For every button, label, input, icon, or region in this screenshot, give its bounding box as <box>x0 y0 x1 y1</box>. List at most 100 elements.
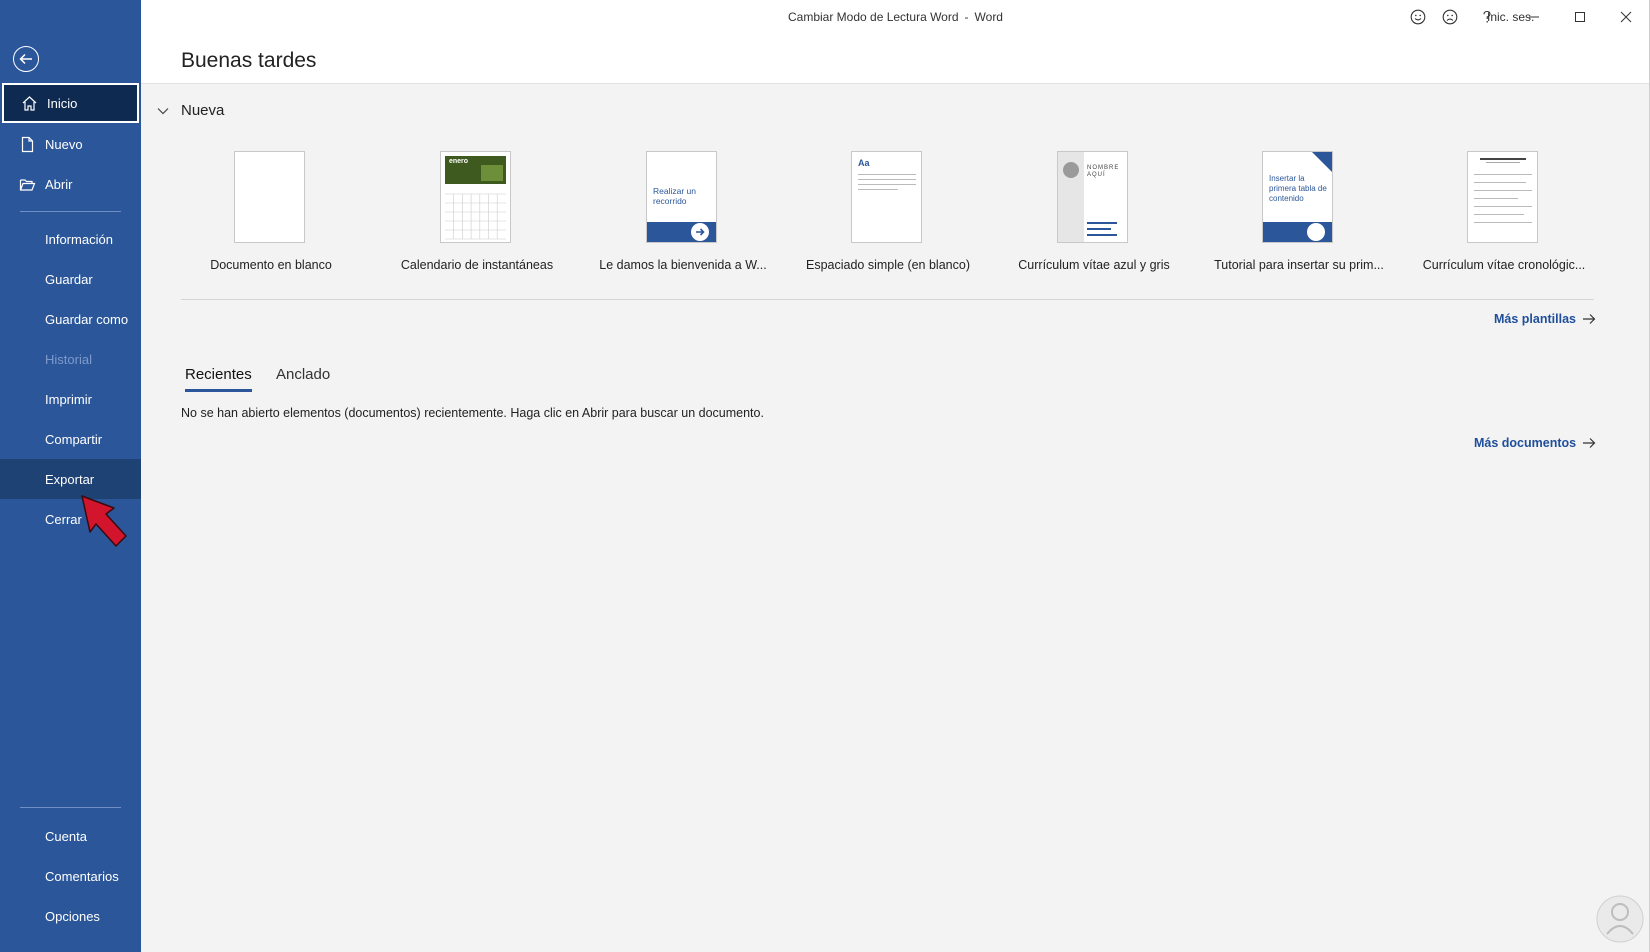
template-label: Documento en blanco <box>210 258 332 272</box>
template-label: Currículum vítae cronológic... <box>1422 258 1586 272</box>
sidebar-item-comentarios[interactable]: Comentarios <box>0 856 141 896</box>
open-folder-icon <box>19 179 36 191</box>
template-blank-document[interactable]: Documento en blanco <box>181 151 361 281</box>
tour-arrow-button <box>691 223 709 241</box>
tab-recientes[interactable]: Recientes <box>185 366 252 392</box>
calendar-grid <box>445 193 506 240</box>
sidebar-item-inicio[interactable]: Inicio <box>2 83 139 123</box>
template-thumbnail: NOMBRE AQUÍ <box>1057 151 1128 243</box>
sidebar-item-abrir[interactable]: Abrir <box>0 164 141 204</box>
template-snapshot-calendar[interactable]: enero Calendario de instantáneas <box>387 151 567 281</box>
new-section-toggle[interactable]: Nueva <box>157 102 224 119</box>
greeting-title: Buenas tardes <box>181 49 317 72</box>
sidebar-item-label: Compartir <box>45 431 103 447</box>
corner-ribbon <box>1312 152 1332 172</box>
close-window-button[interactable] <box>1615 6 1637 28</box>
back-arrow-icon <box>19 53 32 65</box>
sidebar-item-label: Información <box>45 231 113 247</box>
red-pointer-arrow-icon <box>81 495 127 547</box>
sidebar-item-nuevo[interactable]: Nuevo <box>0 124 141 164</box>
more-documents-link[interactable]: Más documentos <box>1474 436 1596 450</box>
sidebar-item-imprimir[interactable]: Imprimir <box>0 379 141 419</box>
template-label: Le damos la bienvenida a W... <box>599 258 767 272</box>
cv-line <box>1087 228 1111 230</box>
section-divider <box>181 299 1594 300</box>
sidebar-item-label: Cerrar <box>45 511 82 527</box>
question-mark-icon <box>1483 10 1491 23</box>
more-documents-label: Más documentos <box>1474 436 1577 450</box>
cv-name-text: NOMBRE AQUÍ <box>1087 165 1120 178</box>
text-line <box>858 184 916 185</box>
sidebar-item-label: Inicio <box>47 95 78 111</box>
sidebar-item-label: Exportar <box>45 471 95 487</box>
template-label: Tutorial para insertar su prim... <box>1214 258 1384 272</box>
smile-feedback-button[interactable] <box>1407 6 1429 28</box>
sidebar-item-label: Comentarios <box>45 868 119 884</box>
maximize-icon <box>1575 12 1585 22</box>
cv-photo <box>1063 162 1079 178</box>
more-templates-link[interactable]: Más plantillas <box>1494 312 1596 326</box>
sidebar-divider <box>20 211 121 212</box>
frown-icon <box>1442 9 1458 25</box>
text-line <box>1474 190 1532 191</box>
calendar-month-text: enero <box>449 158 469 165</box>
text-line <box>1474 214 1524 215</box>
tab-anclado[interactable]: Anclado <box>276 366 330 389</box>
calendar-photo <box>481 165 503 181</box>
template-cv-chronological[interactable]: Currículum vítae cronológic... <box>1414 151 1594 281</box>
sidebar-item-label: Guardar como <box>45 311 129 327</box>
text-line <box>1474 182 1526 183</box>
sidebar-item-label: Abrir <box>45 176 73 192</box>
close-icon <box>1620 11 1632 23</box>
template-toc-tutorial[interactable]: Insertar la primera tabla de contenido T… <box>1209 151 1389 281</box>
cv-line <box>1087 222 1117 224</box>
more-templates-label: Más plantillas <box>1494 312 1576 326</box>
chevron-down-icon <box>157 107 169 114</box>
frown-feedback-button[interactable] <box>1439 6 1461 28</box>
title-separator: - <box>964 10 969 24</box>
text-line <box>1474 222 1532 223</box>
back-button[interactable] <box>13 46 39 72</box>
template-cv-blue-gray[interactable]: NOMBRE AQUÍ Currículum vítae azul y gris <box>1004 151 1184 281</box>
toc-text: Insertar la primera tabla de contenido <box>1269 174 1327 203</box>
sidebar-item-cuenta[interactable]: Cuenta <box>0 816 141 856</box>
document-title: Cambiar Modo de Lectura Word <box>788 10 959 24</box>
sidebar-item-label: Guardar <box>45 271 93 287</box>
sidebar-item-opciones[interactable]: Opciones <box>0 896 141 936</box>
text-line <box>858 179 916 180</box>
template-label: Calendario de instantáneas <box>400 258 554 272</box>
text-line <box>1474 174 1532 175</box>
template-welcome[interactable]: Realizar un recorrido Le damos la bienve… <box>593 151 773 281</box>
template-label: Espaciado simple (en blanco) <box>806 258 970 272</box>
sidebar-item-label[interactable]: Imprimir <box>45 392 92 407</box>
sidebar-item-guardar[interactable]: Guardar <box>0 259 141 299</box>
new-document-icon <box>21 136 34 153</box>
template-thumbnail <box>1467 151 1538 243</box>
calendar-header-block: enero <box>445 156 506 184</box>
maximize-button[interactable] <box>1569 6 1591 28</box>
aa-text: Aa <box>858 158 870 168</box>
app-name: Word <box>974 10 1003 24</box>
template-thumbnail: Realizar un recorrido <box>646 151 717 243</box>
arrow-right-icon <box>1583 438 1596 448</box>
sidebar-item-exportar[interactable]: Exportar <box>0 459 141 499</box>
recent-empty-message: No se han abierto elementos (documentos)… <box>181 406 764 420</box>
minimize-button[interactable] <box>1523 6 1545 28</box>
template-label: Currículum vítae azul y gris <box>1018 258 1170 272</box>
sidebar-item-compartir[interactable]: Compartir <box>0 419 141 459</box>
home-content: Nueva Documento en blanco enero Calendar… <box>141 84 1649 952</box>
sidebar-divider <box>20 807 121 808</box>
home-icon <box>22 96 37 111</box>
template-single-spaced[interactable]: Aa Espaciado simple (en blanco) <box>798 151 978 281</box>
title-bar: Cambiar Modo de Lectura Word - Word Inic. … <box>141 0 1650 34</box>
text-line <box>858 174 916 175</box>
sidebar-item-guardar-como[interactable]: Guardar como <box>0 299 141 339</box>
arrow-right-icon <box>1582 314 1596 324</box>
toc-badge <box>1307 223 1325 241</box>
help-button[interactable] <box>1476 6 1498 28</box>
smile-icon <box>1410 9 1426 25</box>
sidebar-item-label: Cuenta <box>45 828 87 844</box>
arrow-right-icon <box>696 228 705 236</box>
sidebar-item-informacion[interactable]: Información <box>0 219 141 259</box>
text-line <box>1474 206 1532 207</box>
